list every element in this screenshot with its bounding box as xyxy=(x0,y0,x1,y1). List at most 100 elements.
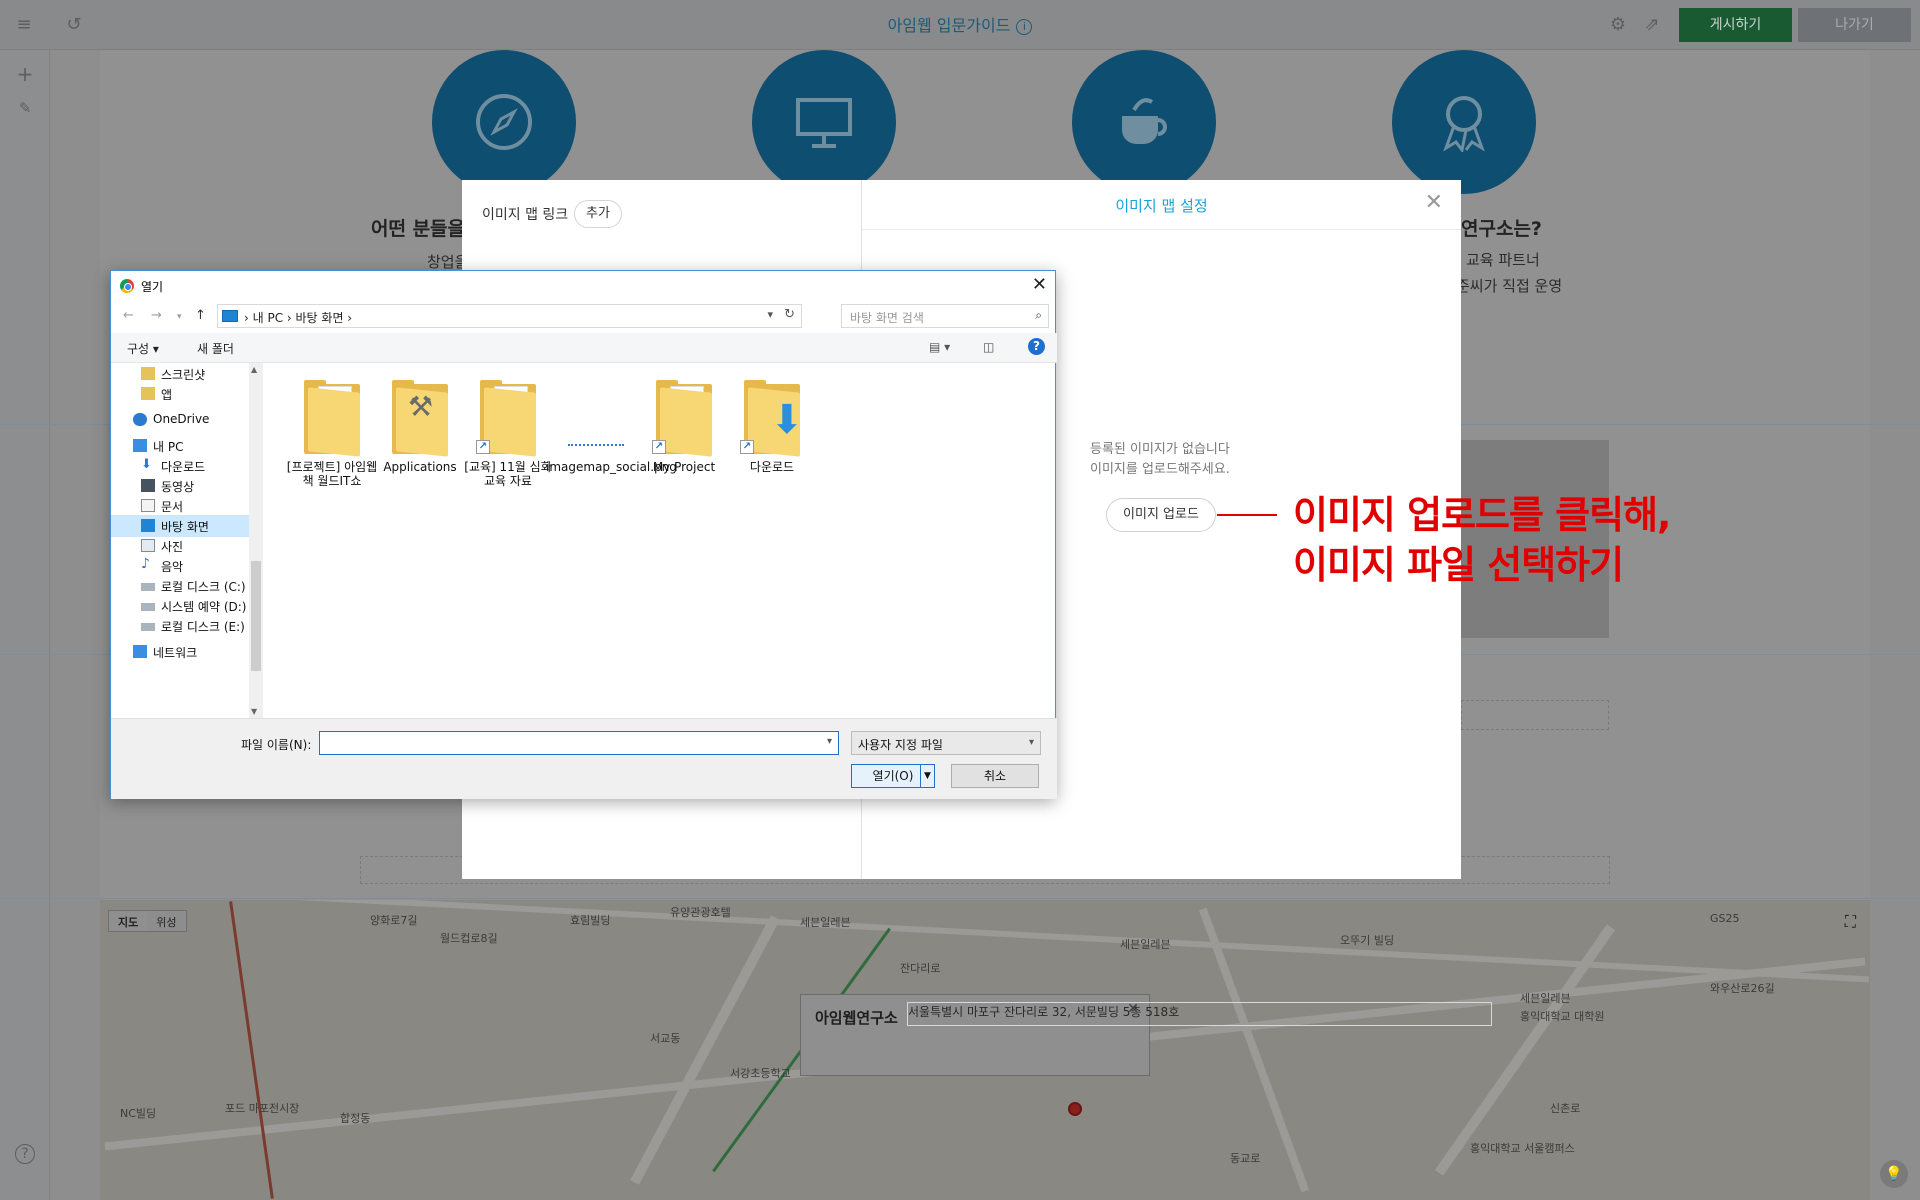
modal-title: 이미지 맵 설정 xyxy=(1115,197,1208,215)
scroll-up-icon[interactable]: ▲ xyxy=(251,365,257,374)
refresh-icon[interactable]: ↻ xyxy=(784,307,795,322)
open-button-label: 열기(O) xyxy=(872,769,914,783)
map-label: 유양관광호텔 xyxy=(670,906,731,919)
filetype-value: 사용자 지정 파일 xyxy=(858,738,943,752)
map-label: 세븐일레븐 xyxy=(800,916,851,929)
compass-icon xyxy=(476,94,532,150)
preview-pane-icon[interactable]: ◫ xyxy=(983,340,994,354)
file-list: [프로젝트] 아임웹 책 월드IT쇼 ⚒ Applications ↗ [교육]… xyxy=(264,363,1055,718)
publish-button[interactable]: 게시하기 xyxy=(1679,8,1792,42)
tree-item-label: 문서 xyxy=(161,500,184,514)
external-link-icon[interactable]: ⇗ xyxy=(1640,13,1664,37)
tree-item-label: 다운로드 xyxy=(161,460,206,474)
help-icon[interactable]: ? xyxy=(15,1144,35,1164)
search-icon[interactable]: ⌕ xyxy=(1035,308,1042,323)
chevron-down-icon[interactable]: ▾ xyxy=(827,736,832,747)
map-pin-icon[interactable] xyxy=(1068,1102,1082,1116)
section-right-line1: 교육 파트너 xyxy=(1466,251,1540,269)
pin-icon[interactable]: ✎ xyxy=(13,96,37,120)
dialog-footer: 파일 이름(N): ▾ 사용자 지정 파일 ▾ 열기(O) ▼ 취소 xyxy=(111,718,1057,799)
pc-icon xyxy=(222,310,238,322)
map-label: 오뚜기 빌딩 xyxy=(1340,934,1395,947)
tree-item-drive-e[interactable]: 로컬 디스크 (E:) xyxy=(111,615,249,637)
info-icon[interactable]: i xyxy=(1016,19,1033,35)
file-item-label: Applications xyxy=(383,460,457,474)
tree-item-drive-d[interactable]: 시스템 예약 (D:) xyxy=(111,595,249,617)
address-path[interactable]: › 내 PC › 바탕 화면 › xyxy=(244,309,352,326)
folder-icon xyxy=(141,387,155,400)
section-left-title: 어떤 분들을 xyxy=(371,218,466,240)
image-upload-button[interactable]: 이미지 업로드 xyxy=(1106,498,1216,532)
navigation-tree: 스크린샷 앱 OneDrive 내 PC ⬇ 다운로드 동영상 문서 바탕 화면 … xyxy=(111,363,263,718)
map-label: 와우산로26길 xyxy=(1710,982,1775,995)
file-item[interactable]: ↗ [교육] 11월 심화 교육 자료 xyxy=(458,378,558,488)
up-arrow-icon[interactable]: ↑ xyxy=(195,308,206,323)
tree-item-screenshots[interactable]: 스크린샷 xyxy=(111,363,249,385)
file-open-dialog: 열기 ✕ ← → ▾ ↑ › 내 PC › 바탕 화면 › ▾ ↻ 바탕 화면 … xyxy=(110,270,1057,799)
close-icon[interactable]: ✕ xyxy=(1127,1001,1139,1017)
tree-item-label: 시스템 예약 (D:) xyxy=(161,600,247,614)
address-bar[interactable]: › 내 PC › 바탕 화면 › ▾ ↻ xyxy=(217,304,802,328)
dialog-title: 열기 xyxy=(141,280,164,294)
dialog-toolbar: 구성 ▾ 새 폴더 ▤ ▾ ◫ ? xyxy=(111,333,1057,363)
file-item[interactable]: ⬇ ↗ 다운로드 xyxy=(722,378,822,474)
organize-menu[interactable]: 구성 ▾ xyxy=(127,340,159,357)
file-item[interactable]: ↗ My Project xyxy=(634,378,734,474)
view-options-icon[interactable]: ▤ ▾ xyxy=(929,340,950,354)
tree-item-onedrive[interactable]: OneDrive xyxy=(111,409,249,431)
fullscreen-icon[interactable]: ⛶ xyxy=(1845,912,1856,932)
pc-icon xyxy=(133,439,147,452)
tree-item-documents[interactable]: 문서 xyxy=(111,495,249,517)
scroll-down-icon[interactable]: ▼ xyxy=(251,707,257,716)
tree-item-music[interactable]: ♪ 음악 xyxy=(111,555,249,577)
recent-dropdown-icon[interactable]: ▾ xyxy=(177,312,182,322)
callout-line xyxy=(1217,514,1277,516)
add-icon[interactable]: + xyxy=(13,62,37,86)
map-label: 포드 마포전시장 xyxy=(225,1102,300,1115)
cancel-button[interactable]: 취소 xyxy=(951,764,1039,788)
tree-item-videos[interactable]: 동영상 xyxy=(111,475,249,497)
gear-icon[interactable]: ⚙ xyxy=(1606,13,1630,37)
place-address: 서울특별시 마포구 잔다리로 32, 서문빌딩 5층 518호 xyxy=(907,1002,1492,1026)
back-arrow-icon[interactable]: ← xyxy=(123,308,134,323)
help-icon[interactable]: ? xyxy=(1028,338,1045,355)
open-button[interactable]: 열기(O) ▼ xyxy=(851,764,935,788)
search-input[interactable]: 바탕 화면 검색 ⌕ xyxy=(841,304,1049,328)
tree-item-apps[interactable]: 앱 xyxy=(111,383,249,405)
modal-header: 이미지 맵 설정 ✕ xyxy=(862,180,1461,230)
file-item[interactable]: [프로젝트] 아임웹 책 월드IT쇼 xyxy=(282,378,382,488)
exit-button[interactable]: 나가기 xyxy=(1798,8,1911,42)
map-type-toggle[interactable]: 지도 위성 xyxy=(108,910,187,932)
open-options-dropdown-icon[interactable]: ▼ xyxy=(920,765,934,787)
tree-item-drive-c[interactable]: 로컬 디스크 (C:) xyxy=(111,575,249,597)
filetype-select[interactable]: 사용자 지정 파일 ▾ xyxy=(851,731,1041,755)
lightbulb-icon[interactable]: 💡 xyxy=(1880,1160,1908,1188)
filename-input[interactable]: ▾ xyxy=(319,731,839,755)
map-label: 서교동 xyxy=(650,1032,681,1045)
file-item[interactable]: ⚒ Applications xyxy=(370,378,470,474)
tree-item-this-pc[interactable]: 내 PC xyxy=(111,435,249,457)
scrollbar-thumb[interactable] xyxy=(251,561,261,671)
close-icon[interactable]: ✕ xyxy=(1032,274,1047,295)
tree-item-pictures[interactable]: 사진 xyxy=(111,535,249,557)
file-item[interactable]: imagemap_social.png xyxy=(546,378,677,474)
new-folder-button[interactable]: 새 폴더 xyxy=(197,340,234,357)
add-link-button[interactable]: 추가 xyxy=(574,200,622,228)
tree-item-network[interactable]: 네트워크 xyxy=(111,641,249,663)
map-type-map[interactable]: 지도 xyxy=(109,911,148,931)
network-icon xyxy=(133,645,147,658)
chevron-down-icon[interactable]: ▾ xyxy=(1029,737,1034,748)
award-circle xyxy=(1392,50,1536,194)
rail-line xyxy=(229,901,274,1199)
map-widget[interactable]: 양화로7길 월드컵로8길 효림빌딩 유양관광호텔 세븐일레븐 잔다리로 동교로 … xyxy=(100,900,1870,1200)
tree-item-downloads[interactable]: ⬇ 다운로드 xyxy=(111,455,249,477)
folder-icon xyxy=(300,378,364,457)
map-label: GS25 xyxy=(1710,912,1740,925)
tree-item-desktop[interactable]: 바탕 화면 xyxy=(111,515,249,537)
map-type-satellite[interactable]: 위성 xyxy=(147,911,185,931)
close-icon[interactable]: ✕ xyxy=(1425,190,1443,215)
tree-scrollbar[interactable]: ▲ ▼ xyxy=(249,363,263,718)
drive-icon xyxy=(141,583,155,591)
forward-arrow-icon[interactable]: → xyxy=(151,308,162,323)
chevron-down-icon[interactable]: ▾ xyxy=(767,308,773,321)
